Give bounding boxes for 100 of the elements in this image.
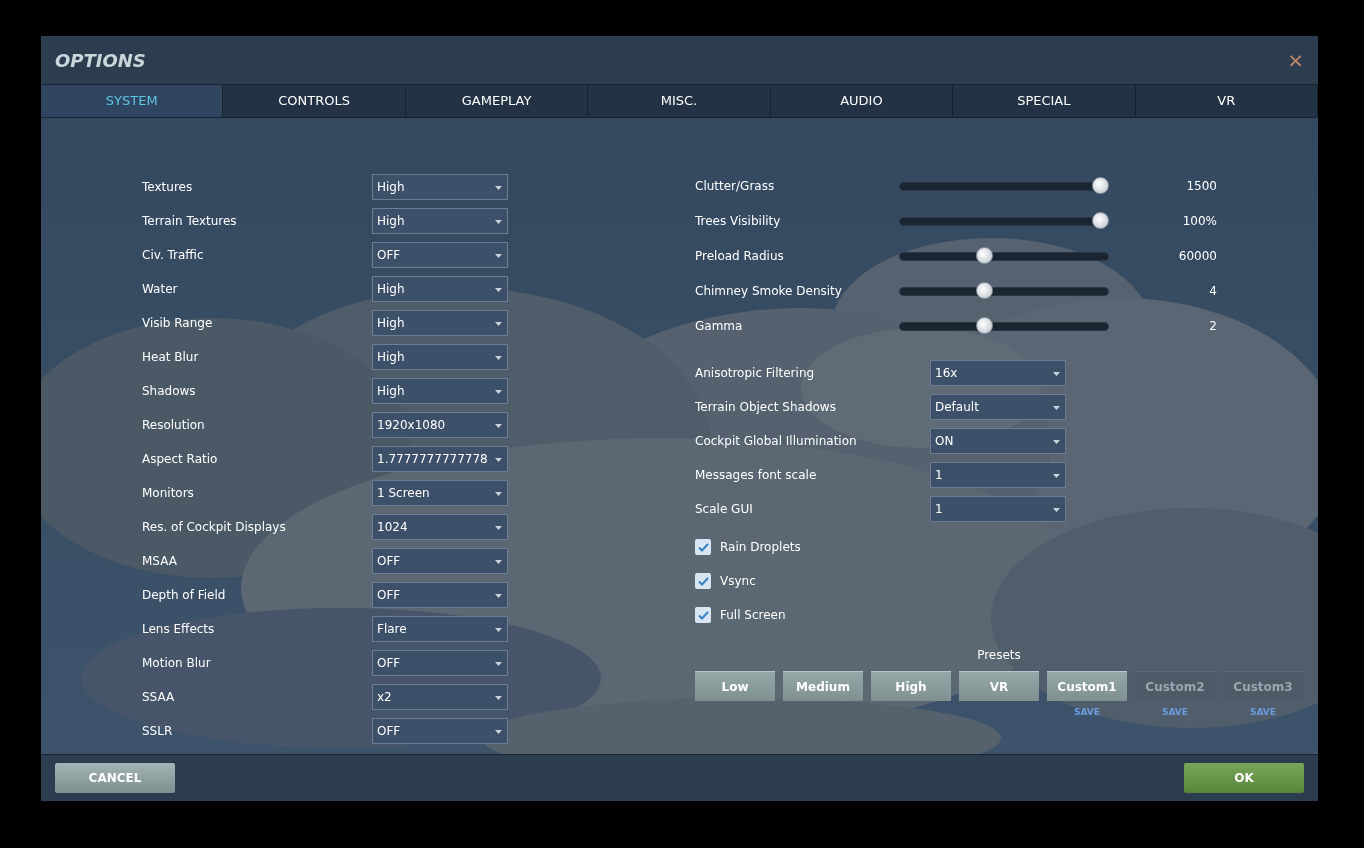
- tab[interactable]: MISC.: [588, 85, 771, 117]
- setting-label: SSLR: [142, 723, 174, 740]
- caret-icon: [1053, 508, 1060, 512]
- setting-label: SSAA: [142, 689, 176, 706]
- slider[interactable]: [899, 247, 1109, 265]
- dropdown[interactable]: 1.7777777777778: [372, 446, 508, 472]
- checkbox-label: Full Screen: [720, 607, 786, 624]
- dropdown[interactable]: OFF: [372, 548, 508, 574]
- caret-icon: [495, 696, 502, 700]
- dropdown[interactable]: Default: [930, 394, 1066, 420]
- caret-icon: [495, 662, 502, 666]
- dropdown[interactable]: x2: [372, 684, 508, 710]
- slider[interactable]: [899, 212, 1109, 230]
- caret-icon: [495, 526, 502, 530]
- setting-label: Lens Effects: [142, 621, 216, 638]
- setting-label: Cockpit Global Illumination: [695, 433, 858, 450]
- checkbox[interactable]: [695, 607, 711, 623]
- slider-value: 60000: [1177, 248, 1217, 265]
- setting-label: Civ. Traffic: [142, 247, 205, 264]
- slider-label: Clutter/Grass: [695, 178, 776, 195]
- dropdown[interactable]: High: [372, 310, 508, 336]
- dropdown[interactable]: Flare: [372, 616, 508, 642]
- checkbox-label: Vsync: [720, 573, 756, 590]
- setting-label: Terrain Object Shadows: [695, 399, 837, 416]
- caret-icon: [495, 390, 502, 394]
- setting-label: Visib Range: [142, 315, 214, 332]
- tab[interactable]: CONTROLS: [223, 85, 406, 117]
- caret-icon: [1053, 440, 1060, 444]
- dropdown[interactable]: 1: [930, 462, 1066, 488]
- dropdown[interactable]: OFF: [372, 242, 508, 268]
- slider[interactable]: [899, 317, 1109, 335]
- slider-label: Chimney Smoke Density: [695, 283, 843, 300]
- caret-icon: [1053, 406, 1060, 410]
- setting-label: Messages font scale: [695, 467, 818, 484]
- caret-icon: [495, 424, 502, 428]
- setting-label: Monitors: [142, 485, 195, 502]
- dropdown[interactable]: High: [372, 276, 508, 302]
- setting-label: Water: [142, 281, 179, 298]
- caret-icon: [495, 220, 502, 224]
- slider-value: 100%: [1181, 213, 1217, 230]
- caret-icon: [495, 288, 502, 292]
- setting-label: Textures: [142, 179, 194, 196]
- dropdown[interactable]: 1920x1080: [372, 412, 508, 438]
- caret-icon: [495, 186, 502, 190]
- tab[interactable]: SYSTEM: [41, 85, 224, 117]
- window-title: OPTIONS: [55, 48, 146, 73]
- tab[interactable]: AUDIO: [770, 85, 954, 117]
- checkmark-icon: [697, 542, 709, 552]
- checkbox-label: Rain Droplets: [720, 539, 801, 556]
- checkbox[interactable]: [695, 539, 711, 555]
- slider-value: 1500: [1185, 178, 1217, 195]
- setting-label: Resolution: [142, 417, 206, 434]
- setting-label: Heat Blur: [142, 349, 200, 366]
- setting-label: Shadows: [142, 383, 197, 400]
- setting-label: MSAA: [142, 553, 178, 570]
- caret-icon: [495, 594, 502, 598]
- dropdown[interactable]: ON: [930, 428, 1066, 454]
- caret-icon: [495, 254, 502, 258]
- dropdown[interactable]: OFF: [372, 718, 508, 744]
- dropdown[interactable]: High: [372, 344, 508, 370]
- close-button[interactable]: ×: [1287, 50, 1304, 70]
- setting-label: Aspect Ratio: [142, 451, 219, 468]
- caret-icon: [495, 560, 502, 564]
- slider-label: Preload Radius: [695, 248, 785, 265]
- caret-icon: [495, 492, 502, 496]
- setting-label: Anisotropic Filtering: [695, 365, 816, 382]
- slider-label: Trees Visibility: [695, 213, 782, 230]
- checkmark-icon: [697, 610, 709, 620]
- dropdown[interactable]: High: [372, 174, 508, 200]
- dropdown[interactable]: 16x: [930, 360, 1066, 386]
- slider-label: Gamma: [695, 318, 744, 335]
- setting-label: Terrain Textures: [142, 213, 238, 230]
- slider-value: 2: [1208, 318, 1217, 335]
- presets-label: Presets: [977, 647, 1021, 664]
- dropdown[interactable]: High: [372, 208, 508, 234]
- caret-icon: [495, 356, 502, 360]
- dropdown[interactable]: High: [372, 378, 508, 404]
- caret-icon: [1053, 474, 1060, 478]
- caret-icon: [495, 628, 502, 632]
- slider[interactable]: [899, 282, 1109, 300]
- tab[interactable]: GAMEPLAY: [405, 85, 589, 117]
- setting-label: Motion Blur: [142, 655, 212, 672]
- caret-icon: [495, 458, 502, 462]
- checkmark-icon: [697, 576, 709, 586]
- caret-icon: [495, 730, 502, 734]
- setting-label: Depth of Field: [142, 587, 227, 604]
- caret-icon: [1053, 372, 1060, 376]
- checkbox[interactable]: [695, 573, 711, 589]
- dropdown[interactable]: 1: [930, 496, 1066, 522]
- dropdown[interactable]: OFF: [372, 582, 508, 608]
- slider-value: 4: [1208, 283, 1217, 300]
- setting-label: Scale GUI: [695, 501, 754, 518]
- setting-label: Res. of Cockpit Displays: [142, 519, 287, 536]
- tab[interactable]: SPECIAL: [953, 85, 1136, 117]
- caret-icon: [495, 322, 502, 326]
- dropdown[interactable]: 1 Screen: [372, 480, 508, 506]
- dropdown[interactable]: OFF: [372, 650, 508, 676]
- tab[interactable]: VR: [1135, 85, 1318, 117]
- dropdown[interactable]: 1024: [372, 514, 508, 540]
- slider[interactable]: [899, 177, 1109, 195]
